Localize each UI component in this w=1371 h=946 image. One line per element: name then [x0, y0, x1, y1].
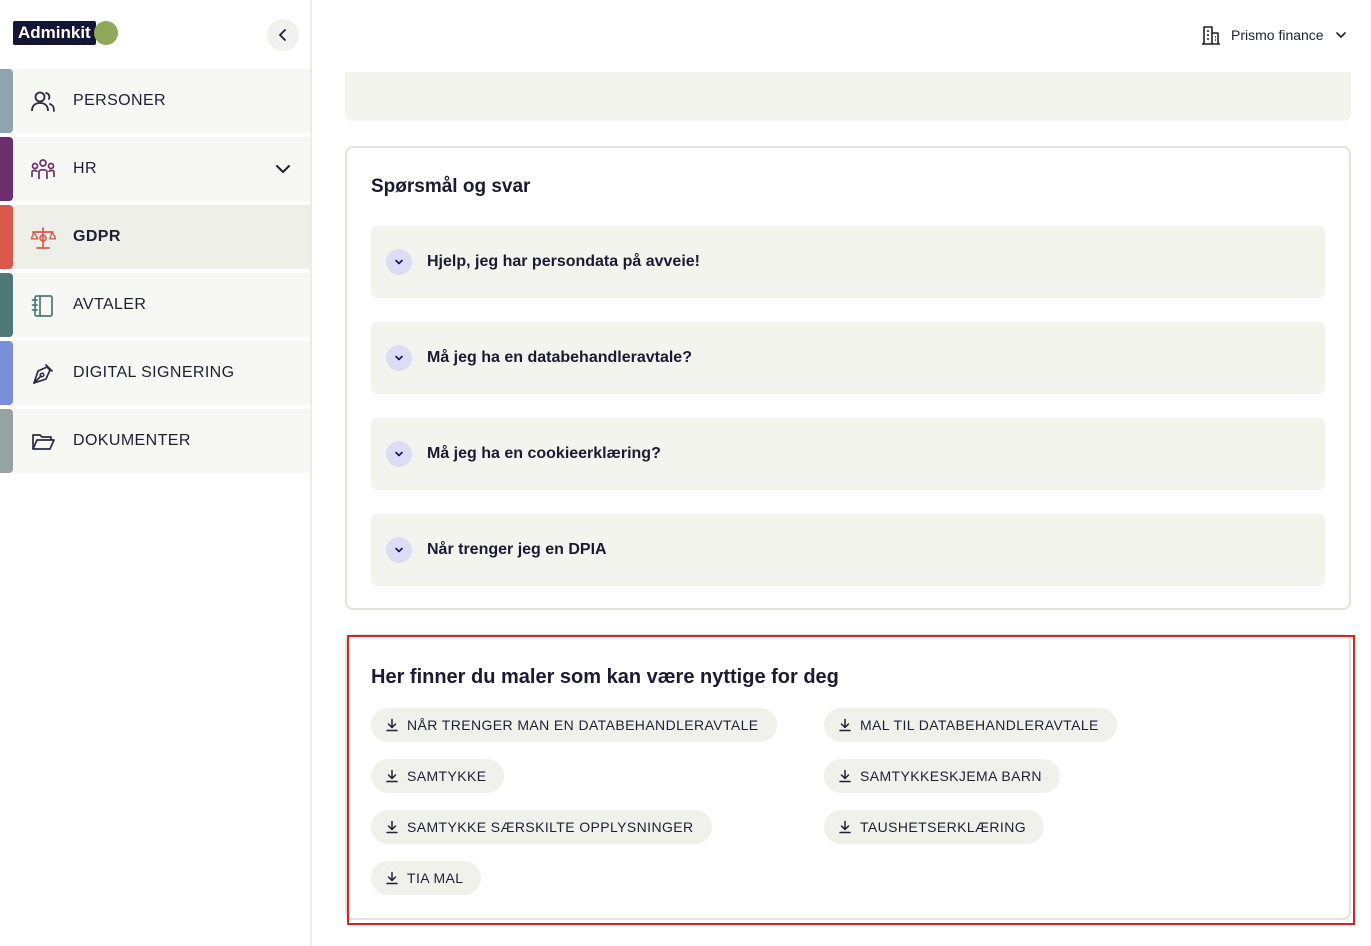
chevron-down-icon[interactable]	[274, 160, 292, 178]
faq-item[interactable]: Må jeg ha en cookieerklæring?	[371, 418, 1325, 490]
template-label: NÅR TRENGER MAN EN DATABEHANDLERAVTALE	[407, 717, 759, 733]
faq-section: Spørsmål og svar Hjelp, jeg har personda…	[345, 146, 1351, 610]
template-download-button[interactable]: SAMTYKKESKJEMA BARN	[824, 759, 1060, 793]
download-icon	[386, 769, 398, 783]
template-download-button[interactable]: TIA MAL	[371, 861, 482, 895]
faq-question: Må jeg ha en cookieerklæring?	[427, 445, 661, 462]
template-download-button[interactable]: SAMTYKKE	[371, 759, 505, 793]
logo[interactable]: Adminkit	[13, 20, 118, 46]
sidebar-item-label: AVTALER	[73, 296, 147, 313]
logo-dot-icon	[93, 21, 118, 45]
faq-item[interactable]: Må jeg ha en databehandleravtale?	[371, 322, 1325, 394]
folder-icon	[32, 434, 55, 450]
template-download-button[interactable]: SAMTYKKE SÆRSKILTE OPPLYSNINGER	[371, 810, 712, 844]
sidebar-item-gdpr[interactable]: GDPR	[0, 205, 310, 269]
sidebar-item-label: HR	[73, 160, 97, 177]
template-label: TAUSHETSERKLÆRING	[860, 819, 1027, 835]
chevron-down-icon[interactable]	[386, 249, 412, 275]
chevron-down-icon[interactable]	[386, 441, 412, 467]
faq-question: Hjelp, jeg har persondata på avveie!	[427, 253, 700, 270]
template-label: MAL TIL DATABEHANDLERAVTALE	[860, 717, 1099, 733]
template-download-button[interactable]: MAL TIL DATABEHANDLERAVTALE	[824, 708, 1117, 742]
download-icon	[386, 718, 398, 732]
template-label: SAMTYKKE SÆRSKILTE OPPLYSNINGER	[407, 819, 694, 835]
pen-icon	[33, 364, 53, 384]
scale-icon	[30, 227, 56, 249]
sidebar-item-label: PERSONER	[73, 92, 166, 109]
templates-section: Her finner du maler som kan være nyttige…	[345, 634, 1351, 920]
template-label: TIA MAL	[407, 870, 464, 886]
template-download-button[interactable]: NÅR TRENGER MAN EN DATABEHANDLERAVTALE	[371, 708, 777, 742]
sidebar-item-label: DOKUMENTER	[73, 432, 191, 449]
chevron-down-icon[interactable]	[386, 345, 412, 371]
sidebar-item-label: DIGITAL SIGNERING	[73, 364, 235, 381]
sidebar-item-color-bar	[0, 69, 13, 133]
faq-item[interactable]: Når trenger jeg en DPIA	[371, 514, 1325, 586]
logo-text: Adminkit	[13, 21, 96, 45]
template-label: SAMTYKKESKJEMA BARN	[860, 768, 1042, 784]
templates-title: Her finner du maler som kan være nyttige…	[371, 666, 839, 688]
faq-title: Spørsmål og svar	[371, 176, 531, 197]
download-icon	[386, 871, 398, 885]
notebook-icon	[31, 295, 53, 317]
template-label: SAMTYKKE	[407, 768, 487, 784]
sidebar-item-digital-signering[interactable]: DIGITAL SIGNERING	[0, 341, 310, 405]
previous-section-card	[345, 72, 1351, 121]
chevron-down-icon	[1335, 32, 1346, 38]
sidebar-item-color-bar	[0, 273, 13, 337]
sidebar: Adminkit PERSONER HR GDPR AVTALER DIGITA…	[0, 0, 312, 946]
sidebar-item-avtaler[interactable]: AVTALER	[0, 273, 310, 337]
faq-item[interactable]: Hjelp, jeg har persondata på avveie!	[371, 226, 1325, 298]
sidebar-item-label: GDPR	[73, 228, 121, 245]
faq-question: Når trenger jeg en DPIA	[427, 541, 607, 558]
faq-question: Må jeg ha en databehandleravtale?	[427, 349, 692, 366]
download-icon	[839, 718, 851, 732]
building-icon	[1202, 26, 1220, 45]
company-name: Prismo finance	[1231, 27, 1324, 43]
download-icon	[839, 820, 851, 834]
company-switcher[interactable]: Prismo finance	[1200, 23, 1348, 47]
template-download-button[interactable]: TAUSHETSERKLÆRING	[824, 810, 1045, 844]
sidebar-item-color-bar	[0, 341, 13, 405]
chevron-down-icon[interactable]	[386, 537, 412, 563]
collapse-sidebar-button[interactable]	[267, 19, 299, 51]
sidebar-item-hr[interactable]: HR	[0, 137, 310, 201]
sidebar-nav: PERSONER HR GDPR AVTALER DIGITAL SIGNERI…	[0, 69, 310, 477]
app-root: Adminkit PERSONER HR GDPR AVTALER DIGITA…	[0, 0, 1371, 946]
sidebar-item-personer[interactable]: PERSONER	[0, 69, 310, 133]
sidebar-item-color-bar	[0, 137, 13, 201]
sidebar-item-color-bar	[0, 205, 13, 269]
team-icon	[31, 159, 55, 179]
sidebar-item-color-bar	[0, 409, 13, 473]
sidebar-item-dokumenter[interactable]: DOKUMENTER	[0, 409, 310, 473]
download-icon	[839, 769, 851, 783]
users-icon	[31, 91, 55, 112]
download-icon	[386, 820, 398, 834]
chevron-left-icon	[279, 29, 286, 41]
